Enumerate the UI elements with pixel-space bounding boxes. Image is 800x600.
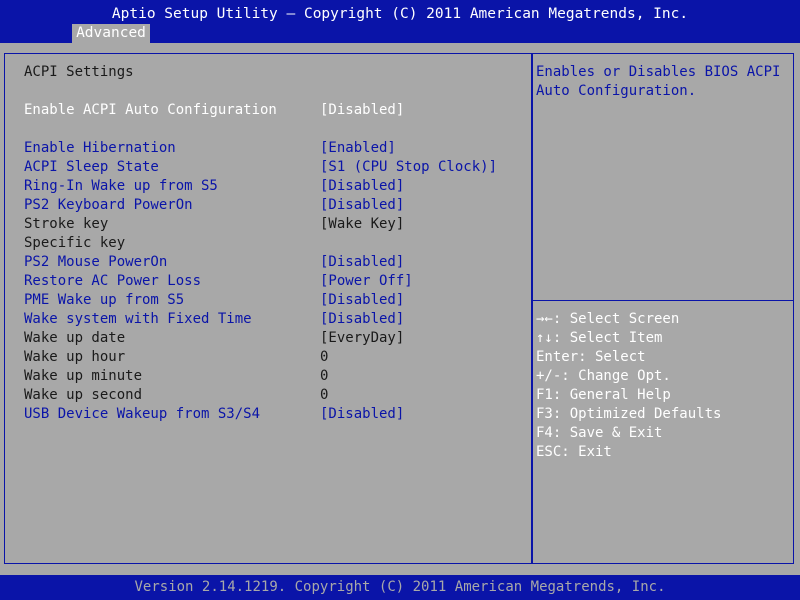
- panel-divider: [531, 53, 533, 564]
- setting-enable-hibernation[interactable]: Enable Hibernation: [24, 139, 176, 157]
- key-select-screen: →←: Select Screen: [536, 311, 680, 327]
- setting-enable-acpi-auto-config-value[interactable]: [Disabled]: [320, 101, 404, 119]
- setting-stroke-key: Stroke key: [24, 216, 109, 232]
- setting-wake-up-date: Wake up date: [24, 330, 126, 346]
- setting-ring-in-wake[interactable]: Ring-In Wake up from S5: [24, 177, 218, 195]
- setting-enable-acpi-auto-config[interactable]: Enable ACPI Auto Configuration: [24, 101, 277, 119]
- setting-wake-fixed-time[interactable]: Wake system with Fixed Time: [24, 310, 252, 328]
- key-esc-exit: ESC: Exit: [536, 444, 612, 460]
- setting-restore-ac-power-loss-value[interactable]: [Power Off]: [320, 272, 413, 290]
- help-text-line-1: Enables or Disables BIOS ACPI: [536, 64, 781, 80]
- setting-pme-wake[interactable]: PME Wake up from S5: [24, 291, 184, 309]
- setting-acpi-sleep-state[interactable]: ACPI Sleep State: [24, 158, 159, 176]
- key-general-help: F1: General Help: [536, 387, 671, 403]
- setting-enable-hibernation-value[interactable]: [Enabled]: [320, 139, 396, 157]
- setting-wake-up-second: Wake up second: [24, 387, 143, 403]
- key-enter-select: Enter: Select: [536, 349, 646, 365]
- key-select-item: ↑↓: Select Item: [536, 330, 663, 346]
- tab-advanced[interactable]: Advanced: [72, 24, 150, 43]
- key-change-opt: +/-: Change Opt.: [536, 368, 671, 384]
- setting-stroke-key-value: [Wake Key]: [320, 216, 405, 232]
- setting-ring-in-wake-value[interactable]: [Disabled]: [320, 177, 404, 195]
- footer-bar: Version 2.14.1219. Copyright (C) 2011 Am…: [0, 575, 800, 600]
- key-optimized-defaults: F3: Optimized Defaults: [536, 406, 722, 422]
- header-bar: Aptio Setup Utility – Copyright (C) 2011…: [0, 0, 800, 43]
- setting-acpi-sleep-state-value[interactable]: [S1 (CPU Stop Clock)]: [320, 158, 497, 176]
- key-save-exit: F4: Save & Exit: [536, 425, 663, 441]
- setting-wake-up-minute-value: 0: [320, 368, 329, 384]
- setting-wake-up-minute: Wake up minute: [24, 368, 143, 384]
- setting-restore-ac-power-loss[interactable]: Restore AC Power Loss: [24, 272, 201, 290]
- setting-specific-key: Specific key: [24, 235, 126, 251]
- setting-usb-device-wakeup[interactable]: USB Device Wakeup from S3/S4: [24, 405, 260, 423]
- key-legend: →←: Select Screen ↑↓: Select Item Enter:…: [536, 310, 721, 462]
- app-title: Aptio Setup Utility – Copyright (C) 2011…: [111, 6, 689, 22]
- setting-wake-up-second-value: 0: [320, 387, 329, 403]
- setting-ps2-keyboard-poweron-value[interactable]: [Disabled]: [320, 196, 404, 214]
- setting-usb-device-wakeup-value[interactable]: [Disabled]: [320, 405, 404, 423]
- footer-text: Version 2.14.1219. Copyright (C) 2011 Am…: [134, 579, 666, 595]
- setting-pme-wake-value[interactable]: [Disabled]: [320, 291, 404, 309]
- help-text-line-2: Auto Configuration.: [536, 83, 697, 99]
- section-title: ACPI Settings: [24, 64, 134, 80]
- setting-wake-up-date-value: [EveryDay]: [320, 330, 405, 346]
- help-divider: [533, 300, 794, 301]
- setting-ps2-keyboard-poweron[interactable]: PS2 Keyboard PowerOn: [24, 196, 193, 214]
- setting-ps2-mouse-poweron[interactable]: PS2 Mouse PowerOn: [24, 253, 167, 271]
- setting-ps2-mouse-poweron-value[interactable]: [Disabled]: [320, 253, 404, 271]
- setting-wake-up-hour: Wake up hour: [24, 349, 126, 365]
- setting-wake-fixed-time-value[interactable]: [Disabled]: [320, 310, 404, 328]
- setting-wake-up-hour-value: 0: [320, 349, 329, 365]
